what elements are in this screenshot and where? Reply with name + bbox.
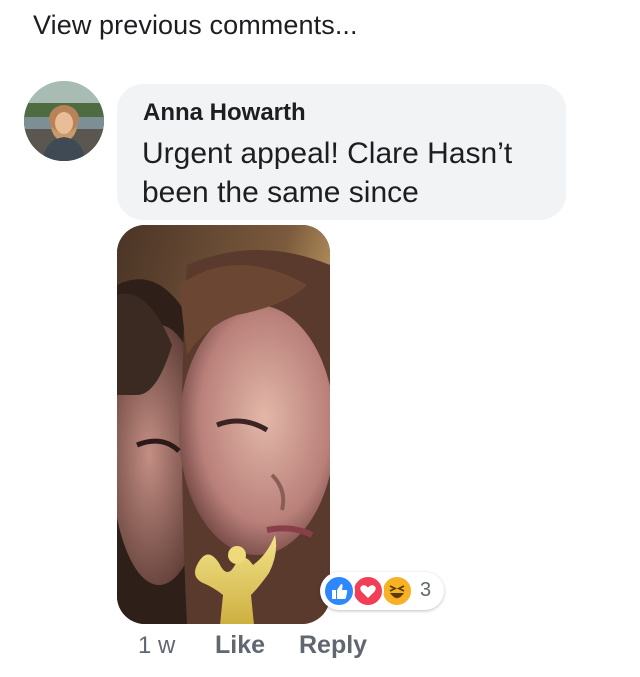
- love-icon: [352, 575, 384, 607]
- comment-bubble: Anna Howarth Urgent appeal! Clare Hasn’t…: [117, 84, 566, 220]
- reactions-summary[interactable]: 3: [320, 572, 444, 610]
- like-icon: [323, 575, 355, 607]
- profile-photo-icon: [24, 81, 104, 161]
- avatar[interactable]: [24, 81, 104, 161]
- comment-thread: View previous comments... Anna Howarth U…: [0, 0, 640, 677]
- photo-attachment[interactable]: [117, 225, 330, 624]
- comment-timestamp[interactable]: 1 w: [138, 632, 175, 660]
- comment-text: Urgent appeal! Clare Hasn’t been the sam…: [142, 137, 513, 209]
- like-button[interactable]: Like: [215, 631, 265, 660]
- comment-author[interactable]: Anna Howarth: [143, 99, 306, 127]
- reply-button[interactable]: Reply: [299, 631, 367, 660]
- haha-icon: [381, 575, 413, 607]
- photo-attachment-icon: [117, 225, 330, 624]
- view-previous-comments-link[interactable]: View previous comments...: [33, 10, 358, 41]
- reaction-count: 3: [420, 579, 432, 601]
